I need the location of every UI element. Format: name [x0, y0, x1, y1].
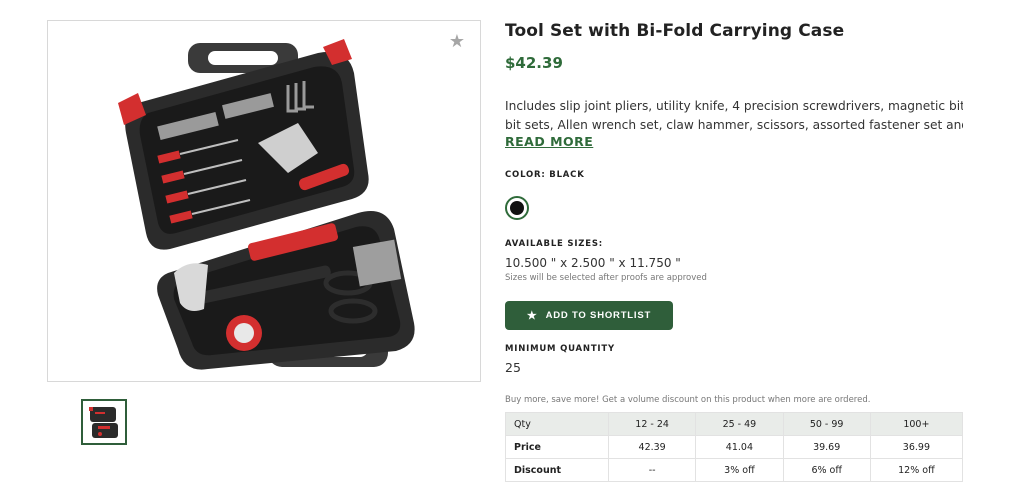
product-image-frame: ★	[47, 20, 481, 382]
qty-tier: 25 - 49	[695, 412, 784, 436]
discount-cell: 3% off	[695, 458, 784, 482]
description-line-2: bit sets, Allen wrench set, claw hammer,…	[505, 118, 963, 132]
product-title: Tool Set with Bi-Fold Carrying Case	[505, 21, 845, 41]
volume-discount-note: Buy more, save more! Get a volume discou…	[505, 395, 871, 405]
discount-row-label: Discount	[505, 458, 609, 482]
minimum-quantity-value: 25	[505, 360, 521, 375]
price-cell: 42.39	[607, 435, 697, 459]
star-icon: ★	[526, 310, 538, 322]
qty-tier: 100+	[869, 412, 964, 436]
table-row-price: Price 42.39 41.04 39.69 36.99	[505, 435, 964, 459]
product-thumbnail[interactable]	[81, 399, 127, 445]
color-swatch-black[interactable]	[505, 196, 529, 220]
minimum-quantity-label: MINIMUM QUANTITY	[505, 344, 615, 354]
price-cell: 39.69	[782, 435, 871, 459]
qty-header: Qty	[505, 412, 609, 436]
size-note: Sizes will be selected after proofs are …	[505, 273, 707, 283]
thumbnail-image	[89, 407, 118, 438]
price-cell: 36.99	[869, 435, 964, 459]
available-sizes-label: AVAILABLE SIZES:	[505, 239, 603, 249]
color-swatch-dot	[510, 201, 524, 215]
favorite-star-icon[interactable]: ★	[448, 33, 466, 51]
table-row-qty: Qty 12 - 24 25 - 49 50 - 99 100+	[505, 412, 964, 436]
color-label: COLOR: BLACK	[505, 170, 585, 180]
product-description: Includes slip joint pliers, utility knif…	[505, 97, 963, 135]
price-row-label: Price	[505, 435, 609, 459]
qty-tier: 50 - 99	[782, 412, 871, 436]
discount-cell: 6% off	[782, 458, 871, 482]
add-to-shortlist-label: ADD TO SHORTLIST	[545, 310, 652, 321]
price-cell: 41.04	[695, 435, 784, 459]
product-image	[118, 39, 415, 370]
read-more-link[interactable]: READ MORE	[505, 134, 593, 149]
add-to-shortlist-button[interactable]: ★ ADD TO SHORTLIST	[505, 301, 673, 330]
size-value: 10.500 " x 2.500 " x 11.750 "	[505, 256, 681, 270]
pricing-table: Qty 12 - 24 25 - 49 50 - 99 100+ Price 4…	[505, 412, 964, 482]
table-row-discount: Discount -- 3% off 6% off 12% off	[505, 458, 964, 482]
description-line-1: Includes slip joint pliers, utility knif…	[505, 99, 963, 113]
discount-cell: 12% off	[869, 458, 964, 482]
discount-cell: --	[607, 458, 697, 482]
qty-tier: 12 - 24	[607, 412, 697, 436]
product-price: $42.39	[505, 54, 563, 72]
